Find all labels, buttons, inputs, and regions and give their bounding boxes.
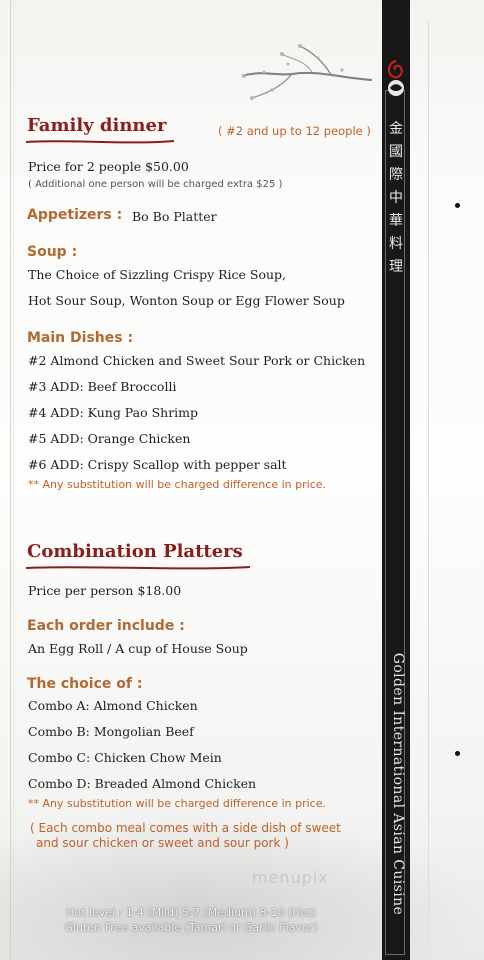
combo-substitution-note: ** Any substitution will be charged diff…: [28, 797, 326, 810]
each-order-heading: Each order include :: [27, 618, 185, 634]
main-dish-line: #5 ADD: Orange Chicken: [28, 431, 191, 446]
title-underline-brush: [26, 566, 250, 570]
main-dish-line: #3 ADD: Beef Broccolli: [28, 379, 177, 394]
combo-side-note: and sour chicken or sweet and sour pork …: [36, 836, 289, 850]
chinese-char: 金: [389, 121, 403, 137]
menupix-watermark: menupix: [252, 868, 329, 887]
main-dishes-heading: Main Dishes :: [27, 330, 134, 346]
appetizers-value: Bo Bo Platter: [132, 209, 217, 224]
chinese-char: 中: [389, 190, 403, 206]
bullet-dot: [455, 203, 460, 208]
appetizers-heading: Appetizers :: [27, 207, 123, 223]
main-dish-line: #4 ADD: Kung Pao Shrimp: [28, 405, 199, 420]
combo-choice: Combo A: Almond Chicken: [28, 698, 198, 713]
bullet-dot: [455, 751, 460, 756]
combination-platters-title: Combination Platters: [27, 541, 243, 562]
combo-choice: Combo B: Mongolian Beef: [28, 724, 194, 739]
tree-branch-illustration: [241, 44, 372, 100]
soup-heading: Soup :: [27, 244, 78, 260]
hot-level-legend: Hot level : 1-4 (Mild) 5-7 (Medium) 8-10…: [66, 906, 316, 919]
combo-side-note: ( Each combo meal comes with a side dish…: [30, 821, 341, 835]
family-substitution-note: ** Any substitution will be charged diff…: [28, 478, 326, 491]
chinese-char: 際: [389, 167, 403, 183]
gluten-free-note: Gluten Free available (Tamari or Garlic …: [64, 921, 318, 934]
soup-line: The Choice of Sizzling Crispy Rice Soup,: [28, 267, 287, 282]
combo-choice: Combo C: Chicken Chow Mein: [28, 750, 222, 765]
main-dish-line: #2 Almond Chicken and Sweet Sour Pork or…: [28, 353, 366, 368]
chinese-char: 理: [389, 259, 403, 275]
chinese-char: 華: [389, 213, 403, 229]
dragon-logo-icon: [387, 59, 404, 96]
family-dinner-title: Family dinner: [27, 115, 167, 136]
family-dinner-note: ( #2 and up to 12 people ): [218, 124, 371, 138]
chinese-restaurant-name: 金 國 際 中 華 料 理: [382, 118, 410, 279]
family-additional-note: ( Additional one person will be charged …: [28, 179, 283, 190]
main-dish-line: #6 ADD: Crispy Scallop with pepper salt: [28, 457, 287, 472]
choice-heading: The choice of :: [27, 676, 143, 692]
right-margin-line: [428, 20, 429, 940]
chinese-char: 國: [389, 144, 403, 160]
soup-line: Hot Sour Soup, Wonton Soup or Egg Flower…: [28, 293, 345, 308]
family-price: Price for 2 people $50.00: [28, 159, 189, 174]
combo-price: Price per person $18.00: [28, 583, 182, 598]
chinese-char: 料: [389, 236, 403, 252]
combo-choice: Combo D: Breaded Almond Chicken: [28, 776, 257, 791]
each-order-value: An Egg Roll / A cup of House Soup: [28, 641, 248, 656]
english-restaurant-name: Golden International Asian Cuisine: [390, 652, 406, 916]
title-underline-brush: [26, 140, 174, 144]
